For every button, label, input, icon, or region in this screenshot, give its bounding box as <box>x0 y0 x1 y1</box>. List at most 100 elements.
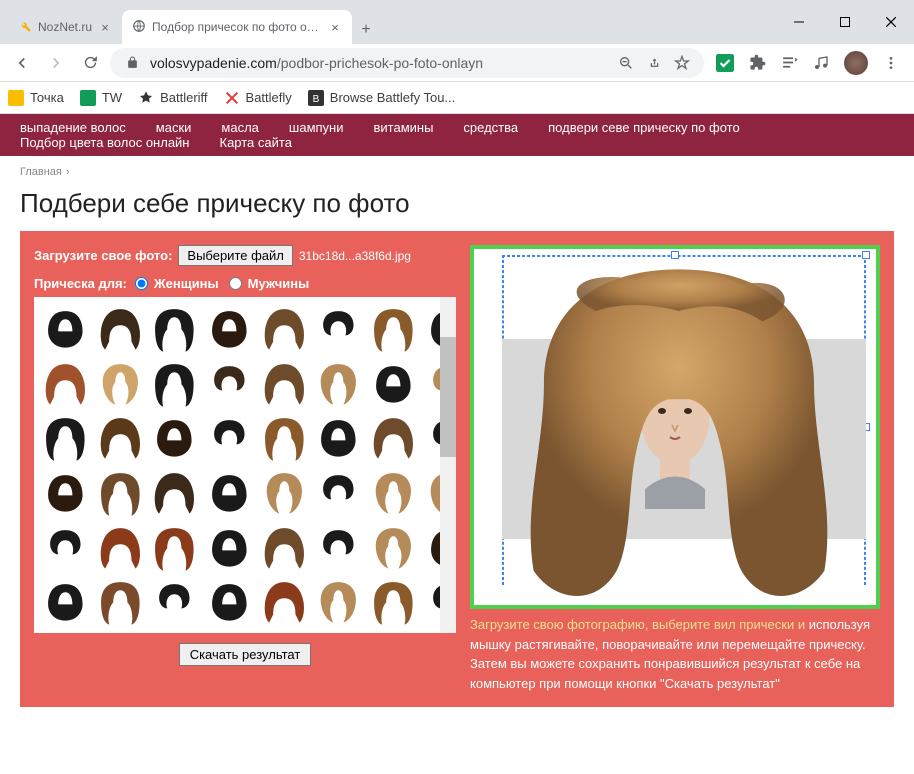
bookmark-battleriff[interactable]: Battleriff <box>138 90 207 106</box>
profile-avatar[interactable] <box>844 51 868 75</box>
hairstyle-thumb[interactable] <box>313 467 364 518</box>
nav-link[interactable]: выпадение волос <box>20 120 126 135</box>
hairstyle-thumb[interactable] <box>259 522 310 573</box>
nav-link[interactable]: средства <box>463 120 518 135</box>
back-button[interactable] <box>8 49 36 77</box>
bookmark-icon <box>80 90 96 106</box>
download-button[interactable]: Скачать результат <box>179 643 312 666</box>
hairstyle-thumb[interactable] <box>368 467 419 518</box>
share-icon[interactable] <box>644 53 664 73</box>
nav-link[interactable]: маски <box>156 120 192 135</box>
hairstyle-thumb[interactable] <box>313 358 364 409</box>
hairstyle-thumb[interactable] <box>40 522 91 573</box>
hairstyle-thumb[interactable] <box>204 303 255 354</box>
nav-link[interactable]: витамины <box>373 120 433 135</box>
hairstyle-thumb[interactable] <box>313 412 364 463</box>
hairstyle-thumb[interactable] <box>149 358 200 409</box>
hairstyle-thumb[interactable] <box>313 576 364 627</box>
nav-link[interactable]: подвери севе прическу по фото <box>548 120 740 135</box>
breadcrumb: Главная› <box>0 156 914 182</box>
gender-women-label: Женщины <box>154 276 219 291</box>
hairstyle-thumb[interactable] <box>259 358 310 409</box>
puzzle-extension-icon[interactable] <box>748 54 766 72</box>
hairstyle-thumb[interactable] <box>149 412 200 463</box>
lock-icon <box>122 53 142 73</box>
hairstyle-thumb[interactable] <box>368 522 419 573</box>
hairstyle-thumb[interactable] <box>149 576 200 627</box>
tab-hairstyle[interactable]: Подбор причесок по фото онла × <box>122 10 352 44</box>
hairstyle-thumb[interactable] <box>204 358 255 409</box>
hairstyle-thumb[interactable] <box>149 467 200 518</box>
breadcrumb-home[interactable]: Главная <box>20 166 62 178</box>
maximize-button[interactable] <box>822 0 868 44</box>
radio-men[interactable] <box>229 277 242 290</box>
bookmark-icon: B <box>308 90 324 106</box>
reload-button[interactable] <box>76 49 104 77</box>
address-bar[interactable]: volosvypadenie.com/podbor-prichesok-po-f… <box>110 48 704 78</box>
bookmark-icon <box>8 90 24 106</box>
nav-link[interactable]: шампуни <box>289 120 344 135</box>
gender-row: Прическа для: Женщины Мужчины <box>34 276 456 291</box>
hairstyle-thumb[interactable] <box>368 303 419 354</box>
hairstyle-thumb[interactable] <box>40 303 91 354</box>
hairstyle-thumb[interactable] <box>368 576 419 627</box>
hairstyle-thumb[interactable] <box>368 358 419 409</box>
tab-noznet[interactable]: NozNet.ru × <box>8 10 122 44</box>
hairstyle-thumb[interactable] <box>204 576 255 627</box>
radio-women[interactable] <box>135 277 148 290</box>
hairstyle-thumb[interactable] <box>95 522 146 573</box>
hairstyle-thumb[interactable] <box>40 576 91 627</box>
hairstyle-thumb[interactable] <box>95 358 146 409</box>
bookmark-tw[interactable]: TW <box>80 90 122 106</box>
close-icon[interactable]: × <box>98 20 112 34</box>
list-extension-icon[interactable] <box>780 54 798 72</box>
hairstyle-thumb[interactable] <box>40 412 91 463</box>
hairstyle-thumb[interactable] <box>149 522 200 573</box>
new-tab-button[interactable]: + <box>352 16 380 44</box>
hairstyle-thumb[interactable] <box>40 467 91 518</box>
hairstyle-thumb[interactable] <box>95 303 146 354</box>
resize-handle[interactable] <box>862 251 870 259</box>
minimize-button[interactable] <box>776 0 822 44</box>
scroll-thumb[interactable] <box>440 337 456 457</box>
close-icon[interactable]: × <box>328 20 342 34</box>
hair-overlay[interactable] <box>492 259 866 609</box>
nav-link[interactable]: Карта сайта <box>220 135 292 150</box>
tabs-area: NozNet.ru × Подбор причесок по фото онла… <box>0 8 776 44</box>
upload-label: Загрузите свое фото: <box>34 248 172 263</box>
check-extension-icon[interactable] <box>716 54 734 72</box>
hairstyle-thumb[interactable] <box>204 522 255 573</box>
hairstyle-thumb[interactable] <box>40 358 91 409</box>
hairstyle-thumb[interactable] <box>368 412 419 463</box>
zoom-icon[interactable] <box>616 53 636 73</box>
hairstyle-thumb[interactable] <box>259 303 310 354</box>
scrollbar[interactable] <box>440 297 456 633</box>
music-extension-icon[interactable] <box>812 54 830 72</box>
menu-icon[interactable] <box>882 54 900 72</box>
hairstyle-thumb[interactable] <box>259 576 310 627</box>
bookmark-tochka[interactable]: Точка <box>8 90 64 106</box>
hairstyle-thumb[interactable] <box>204 412 255 463</box>
hairstyle-thumb[interactable] <box>313 522 364 573</box>
nav-link[interactable]: масла <box>221 120 258 135</box>
hairstyle-thumb[interactable] <box>95 467 146 518</box>
bookmark-battlefly[interactable]: Battlefly <box>224 90 292 106</box>
hairstyle-thumb[interactable] <box>204 467 255 518</box>
page-content: выпадение волос маски масла шампуни витамины… <box>0 114 914 774</box>
right-column: Загрузите свою фотографию, выберите вил … <box>470 245 880 693</box>
nav-link[interactable]: Подбор цвета волос онлайн <box>20 135 190 150</box>
choose-file-button[interactable]: Выберите файл <box>178 245 292 266</box>
resize-handle[interactable] <box>671 251 679 259</box>
close-button[interactable] <box>868 0 914 44</box>
forward-button[interactable] <box>42 49 70 77</box>
preview-box[interactable] <box>470 245 880 609</box>
hairstyle-grid <box>34 297 456 633</box>
hairstyle-thumb[interactable] <box>95 576 146 627</box>
hairstyle-thumb[interactable] <box>313 303 364 354</box>
hairstyle-thumb[interactable] <box>95 412 146 463</box>
hairstyle-thumb[interactable] <box>259 412 310 463</box>
star-icon[interactable] <box>672 53 692 73</box>
bookmark-battlefy[interactable]: BBrowse Battlefy Tou... <box>308 90 456 106</box>
hairstyle-thumb[interactable] <box>259 467 310 518</box>
hairstyle-thumb[interactable] <box>149 303 200 354</box>
